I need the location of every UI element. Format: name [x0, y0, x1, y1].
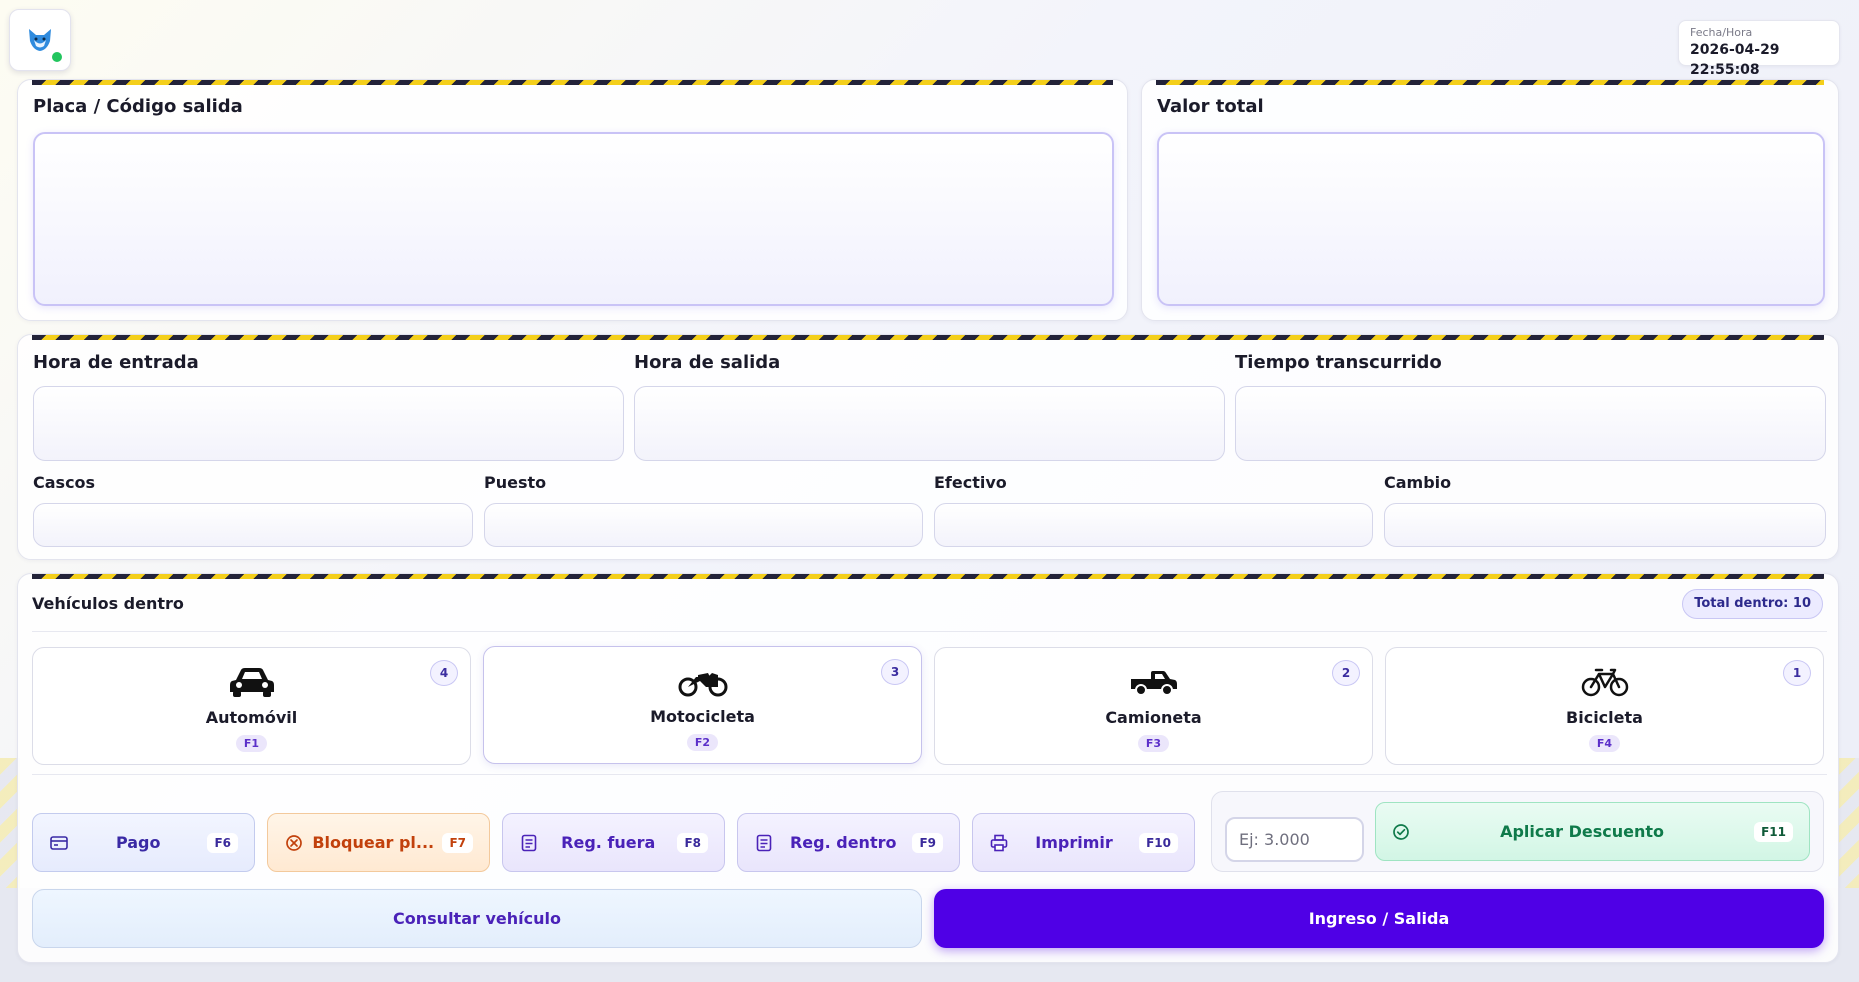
- total-label: Valor total: [1157, 96, 1264, 117]
- register-inside-label: Reg. dentro: [789, 833, 897, 852]
- change-label: Cambio: [1384, 473, 1452, 492]
- motorcycle-icon: [678, 664, 728, 698]
- change-field[interactable]: [1384, 503, 1826, 547]
- vehicle-name: Camioneta: [1105, 708, 1202, 727]
- datetime-label: Fecha/Hora: [1690, 26, 1753, 39]
- app-logo[interactable]: [9, 9, 71, 71]
- register-inside-button[interactable]: Reg. dentro F9: [737, 813, 960, 872]
- spot-label: Puesto: [484, 473, 547, 492]
- shortcut-key: F9: [912, 832, 943, 853]
- shortcut-key: F10: [1139, 832, 1178, 853]
- cash-label: Efectivo: [934, 473, 1007, 492]
- block-plate-button-label: Bloquear pl...: [312, 833, 435, 852]
- shortcut-key: F8: [677, 832, 708, 853]
- pay-button[interactable]: Pago F6: [32, 813, 255, 872]
- spot-field[interactable]: [484, 503, 923, 547]
- details-panel: Hora de entrada Hora de salida Tiempo tr…: [17, 334, 1839, 560]
- block-plate-button[interactable]: Bloquear pl... F7: [267, 813, 490, 872]
- hazard-decoration-right: [1839, 758, 1859, 888]
- online-status-dot: [50, 50, 64, 64]
- shortcut-key: F11: [1754, 821, 1793, 842]
- check-circle-icon: [1392, 823, 1410, 841]
- plate-label: Placa / Código salida: [33, 96, 243, 117]
- shortcut-key: F7: [442, 832, 473, 853]
- register-outside-button[interactable]: Reg. fuera F8: [502, 813, 725, 872]
- datetime-value: 2026-04-29 22:55:08: [1690, 42, 1780, 78]
- vehicle-type-car[interactable]: Automóvil F1 4: [32, 647, 471, 765]
- elapsed-time-label: Tiempo transcurrido: [1235, 352, 1442, 373]
- total-value-field[interactable]: [1157, 132, 1825, 306]
- helmets-field[interactable]: [33, 503, 473, 547]
- total-panel: Valor total: [1141, 79, 1839, 321]
- exit-time-label: Hora de salida: [634, 352, 781, 373]
- elapsed-time-field[interactable]: [1235, 386, 1826, 461]
- apply-discount-label: Aplicar Descuento: [1500, 822, 1665, 841]
- document-icon: [754, 833, 774, 853]
- entry-time-field[interactable]: [33, 386, 624, 461]
- vehicle-type-pickup[interactable]: Camioneta F3 2: [934, 647, 1373, 765]
- block-circle-icon: [284, 833, 304, 853]
- vehicle-count-badge: 3: [881, 659, 909, 685]
- vehicle-name: Automóvil: [205, 708, 298, 727]
- pickup-truck-icon: [1129, 665, 1179, 699]
- hazard-stripe: [32, 80, 1113, 85]
- shortcut-key: F6: [207, 832, 238, 853]
- register-outside-label: Reg. fuera: [561, 833, 656, 852]
- plate-input[interactable]: [33, 132, 1114, 306]
- car-icon: [228, 665, 276, 699]
- pay-button-label: Pago: [115, 833, 161, 852]
- hazard-stripe: [32, 335, 1824, 340]
- vehicle-type-bicycle[interactable]: Bicicleta F4 1: [1385, 647, 1824, 765]
- vehicle-name: Motocicleta: [650, 707, 755, 726]
- discount-input[interactable]: [1225, 817, 1364, 862]
- entry-exit-button[interactable]: Ingreso / Salida: [934, 889, 1824, 948]
- print-button[interactable]: Imprimir F10: [972, 813, 1195, 872]
- card-icon: [49, 833, 69, 853]
- consult-vehicle-button[interactable]: Consultar vehículo: [32, 889, 922, 948]
- printer-icon: [989, 833, 1009, 853]
- document-icon: [519, 833, 539, 853]
- shortcut-key: F1: [235, 735, 268, 752]
- hazard-stripe: [32, 574, 1824, 579]
- fox-logo-icon: [29, 29, 51, 51]
- hazard-stripe: [1156, 80, 1824, 85]
- vehicles-inside-title: Vehículos dentro: [32, 594, 184, 613]
- total-inside-badge: Total dentro: 10: [1682, 589, 1823, 619]
- exit-time-field[interactable]: [634, 386, 1225, 461]
- vehicle-type-motorcycle[interactable]: Motocicleta F2 3: [483, 646, 922, 764]
- vehicle-count-badge: 2: [1332, 660, 1360, 686]
- shortcut-key: F3: [1137, 735, 1170, 752]
- shortcut-key: F4: [1588, 735, 1621, 752]
- vehicle-count-badge: 4: [430, 660, 458, 686]
- divider: [32, 774, 1827, 775]
- vehicle-count-badge: 1: [1783, 660, 1811, 686]
- shortcut-key: F2: [686, 734, 719, 751]
- datetime-display: Fecha/Hora 2026-04-29 22:55:08: [1678, 20, 1840, 78]
- divider: [32, 631, 1827, 632]
- bicycle-icon: [1581, 665, 1629, 699]
- cash-field[interactable]: [934, 503, 1373, 547]
- vehicle-name: Bicicleta: [1566, 708, 1643, 727]
- helmets-label: Cascos: [33, 473, 96, 492]
- entry-time-label: Hora de entrada: [33, 352, 199, 373]
- plate-panel: Placa / Código salida: [17, 79, 1128, 321]
- print-button-label: Imprimir: [1035, 833, 1113, 852]
- apply-discount-button[interactable]: Aplicar Descuento F11: [1375, 802, 1810, 861]
